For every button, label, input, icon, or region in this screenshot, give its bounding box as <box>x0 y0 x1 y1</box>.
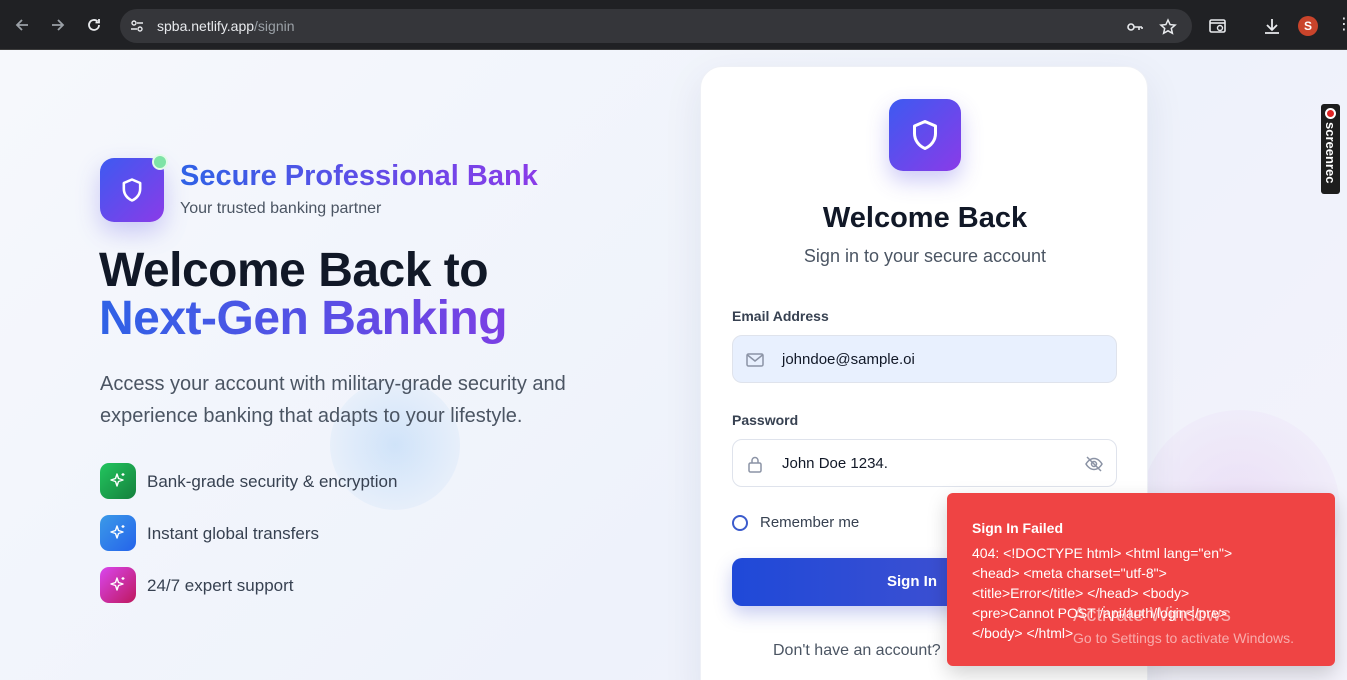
url-path: /signin <box>254 18 295 34</box>
remember-label: Remember me <box>760 514 860 531</box>
watermark-subtitle: Go to Settings to activate Windows. <box>1073 630 1294 646</box>
email-label: Email Address <box>732 308 829 324</box>
url-text[interactable]: spba.netlify.app/signin <box>157 18 295 34</box>
hero-description: Access your account with military-grade … <box>100 373 566 427</box>
feature-label: 24/7 expert support <box>147 576 294 595</box>
shield-icon <box>913 120 937 150</box>
password-field[interactable]: John Doe 1234. <box>732 439 1117 487</box>
email-value: johndoe@sample.oi <box>782 351 915 368</box>
url-host: spba.netlify.app <box>157 18 255 34</box>
card-title: Welcome Back <box>822 202 1028 234</box>
password-key-icon[interactable] <box>1126 18 1144 36</box>
toast-title: Sign In Failed <box>972 520 1064 536</box>
feature-label: Bank-grade security & encryption <box>147 472 398 491</box>
password-label: Password <box>732 412 799 428</box>
mail-icon <box>745 350 765 375</box>
activate-windows-watermark: Activate Windows Go to Settings to activ… <box>1073 604 1294 646</box>
remember-checkbox[interactable] <box>732 515 748 531</box>
reload-icon[interactable] <box>84 15 104 35</box>
screenrec-label: screenrec <box>1323 122 1338 184</box>
brand-tagline: Your trusted banking partner <box>180 200 382 217</box>
password-value: John Doe 1234. <box>782 455 888 472</box>
eye-off-icon[interactable] <box>1084 454 1104 479</box>
card-logo <box>889 99 961 171</box>
card-subtitle: Sign in to your secure account <box>803 246 1047 266</box>
lock-icon <box>745 454 765 479</box>
sparkle-icon <box>100 463 136 499</box>
hero-title-line2: Next-Gen Banking <box>99 292 508 345</box>
tab-search-icon[interactable] <box>1208 16 1228 36</box>
download-icon[interactable] <box>1262 16 1282 36</box>
browser-toolbar: spba.netlify.app/signin S ⋮ <box>0 0 1347 50</box>
record-icon <box>1325 108 1336 119</box>
forward-icon[interactable] <box>48 15 68 35</box>
brand-name: Secure Professional Bank <box>180 160 538 192</box>
email-field[interactable]: johndoe@sample.oi <box>732 335 1117 383</box>
sparkle-icon <box>100 567 136 603</box>
back-icon[interactable] <box>12 15 32 35</box>
profile-avatar[interactable]: S <box>1298 16 1318 36</box>
site-settings-icon[interactable] <box>130 19 144 33</box>
hero-title-line1: Welcome Back to <box>99 244 489 297</box>
feature-label: Instant global transfers <box>147 524 319 543</box>
watermark-title: Activate Windows <box>1073 604 1231 626</box>
no-account-text: Don't have an account? <box>773 642 941 659</box>
screenrec-tab[interactable]: screenrec <box>1321 104 1340 194</box>
more-icon[interactable]: ⋮ <box>1336 15 1347 35</box>
sparkle-icon <box>100 515 136 551</box>
bookmark-star-icon[interactable] <box>1159 18 1177 36</box>
address-bar[interactable]: spba.netlify.app/signin <box>120 9 1192 43</box>
shield-icon <box>122 178 142 202</box>
status-dot <box>152 154 168 170</box>
